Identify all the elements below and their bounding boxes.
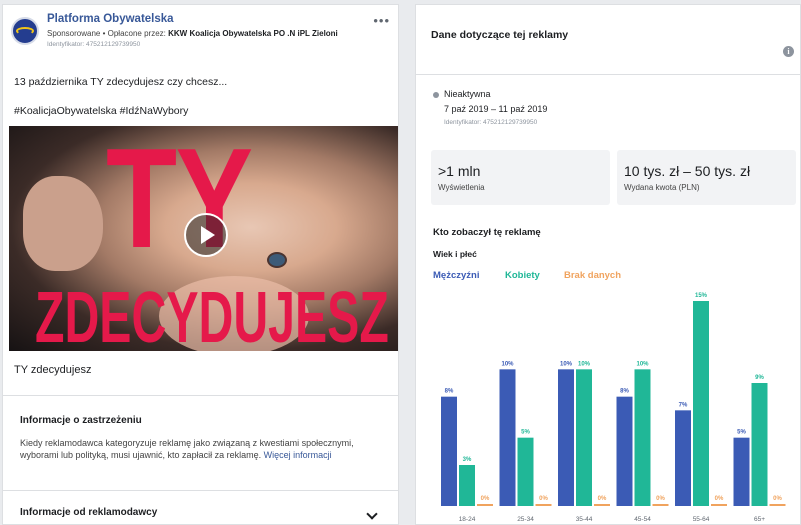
- bar-label-0-0: 8%: [445, 389, 454, 395]
- ad-card: Platforma Obywatelska Sponsorowane • Opł…: [2, 4, 399, 525]
- bar-2-5: [769, 504, 786, 506]
- ad-id: Identyfikator: 475212129739950: [47, 41, 141, 48]
- bar-2-2: [594, 504, 610, 506]
- play-icon: [201, 226, 215, 244]
- bar-1-0: [459, 465, 475, 506]
- play-button[interactable]: [184, 213, 228, 257]
- paid-by: KKW Koalicja Obywatelska PO .N iPL Zielo…: [168, 29, 338, 38]
- bar-label-2-5: 0%: [773, 496, 782, 502]
- baby-eye: [267, 252, 287, 268]
- x-tick-label: 45-54: [634, 516, 651, 523]
- logo-icon: [16, 27, 34, 35]
- bar-label-2-0: 0%: [481, 496, 490, 502]
- post-hashtags: #KoalicjaObywatelska #IdźNaWybory: [14, 105, 189, 117]
- page-name-link[interactable]: Platforma Obywatelska: [47, 13, 174, 25]
- age-gender-chart: 8% 3% 0% 18-24 10% 5% 0% 25-34 10% 10% 0% 35-44 8% 10…: [441, 293, 786, 523]
- bar-2-4: [711, 504, 727, 506]
- bar-label-2-3: 0%: [656, 496, 665, 502]
- ad-details-panel: Dane dotyczące tej reklamy i Nieaktywna …: [415, 4, 801, 525]
- media-headline-bottom: ZDECYDUJESZ: [35, 278, 389, 351]
- spend-value: 10 tys. zł – 50 tys. zł: [624, 163, 751, 179]
- age-sex-subtitle: Wiek i płeć: [433, 249, 477, 259]
- bar-label-1-4: 15%: [695, 293, 708, 299]
- info-icon[interactable]: i: [783, 46, 794, 57]
- spend-label: Wydana kwota (PLN): [624, 183, 700, 192]
- bar-1-5: [751, 383, 768, 506]
- bar-label-0-5: 5%: [737, 430, 746, 436]
- bar-label-2-2: 0%: [598, 496, 607, 502]
- bar-label-1-5: 9%: [755, 375, 764, 381]
- post-text: 13 października TY zdecydujesz czy chces…: [14, 76, 228, 88]
- x-tick-label: 65+: [754, 516, 765, 523]
- divider: [3, 490, 398, 491]
- x-tick-label: 18-24: [459, 516, 476, 523]
- sponsor-line: Sponsorowane • Opłacone przez: KKW Koali…: [47, 29, 338, 38]
- bar-2-0: [477, 504, 493, 506]
- panel-title: Dane dotyczące tej reklamy: [431, 29, 569, 41]
- divider: [416, 74, 800, 75]
- bar-2-3: [652, 504, 669, 506]
- divider: [3, 395, 398, 396]
- spend-box: 10 tys. zł – 50 tys. zł Wydana kwota (PL…: [617, 150, 796, 205]
- x-tick-label: 25-34: [517, 516, 534, 523]
- more-info-link[interactable]: Więcej informacji: [264, 450, 332, 460]
- bar-label-1-3: 10%: [636, 361, 649, 367]
- ad-id: Identyfikator: 475212129739950: [444, 119, 538, 126]
- bar-0-5: [733, 437, 750, 506]
- x-tick-label: 35-44: [576, 516, 593, 523]
- legend-unknown[interactable]: Brak danych: [564, 270, 621, 281]
- bar-0-2: [558, 369, 574, 506]
- disclaimer-title: Informacje o zastrzeżeniu: [20, 415, 142, 426]
- bar-label-0-1: 10%: [501, 361, 514, 367]
- bar-1-4: [693, 301, 709, 506]
- status-dot-icon: [433, 92, 439, 98]
- bar-1-1: [517, 437, 534, 506]
- baby-hand: [23, 176, 103, 271]
- bar-1-2: [576, 369, 592, 506]
- x-tick-label: 55-64: [693, 516, 710, 523]
- bar-label-0-2: 10%: [560, 361, 573, 367]
- bar-label-0-4: 7%: [679, 402, 688, 408]
- bar-label-1-0: 3%: [463, 457, 472, 463]
- bar-label-2-1: 0%: [539, 496, 548, 502]
- more-options-icon[interactable]: •••: [373, 13, 390, 28]
- disclaimer-text: Kiedy reklamodawca kategoryzuje reklamę …: [20, 437, 382, 461]
- legend-men[interactable]: Mężczyźni: [433, 270, 479, 281]
- status-text: Nieaktywna: [444, 89, 491, 99]
- bar-1-3: [634, 369, 651, 506]
- bar-label-0-3: 8%: [620, 389, 629, 395]
- paid-prefix: • Opłacone przez:: [100, 29, 169, 38]
- date-range: 7 paź 2019 – 11 paź 2019: [444, 104, 548, 114]
- media-headline-top: TY: [106, 126, 253, 278]
- bar-label-1-1: 5%: [521, 430, 530, 436]
- bar-label-2-4: 0%: [715, 496, 724, 502]
- bar-2-1: [535, 504, 552, 506]
- post-header: Platforma Obywatelska Sponsorowane • Opł…: [9, 11, 392, 51]
- bar-0-4: [675, 410, 691, 506]
- audience-title: Kto zobaczył tę reklamę: [433, 227, 541, 238]
- impressions-label: Wyświetlenia: [438, 183, 485, 192]
- avatar[interactable]: [11, 17, 39, 45]
- advertiser-info-toggle[interactable]: Informacje od reklamodawcy: [20, 507, 157, 518]
- bar-0-1: [499, 369, 516, 506]
- video-thumbnail[interactable]: TY ZDECYDUJESZ: [9, 126, 398, 351]
- bar-0-0: [441, 396, 457, 506]
- video-title: TY zdecydujesz: [14, 364, 92, 376]
- bar-label-1-2: 10%: [578, 361, 591, 367]
- chevron-down-icon[interactable]: [366, 508, 378, 520]
- bar-0-3: [616, 396, 633, 506]
- sponsored-label: Sponsorowane: [47, 29, 101, 38]
- legend-women[interactable]: Kobiety: [505, 270, 540, 281]
- impressions-box: >1 mln Wyświetlenia: [431, 150, 610, 205]
- impressions-value: >1 mln: [438, 163, 481, 179]
